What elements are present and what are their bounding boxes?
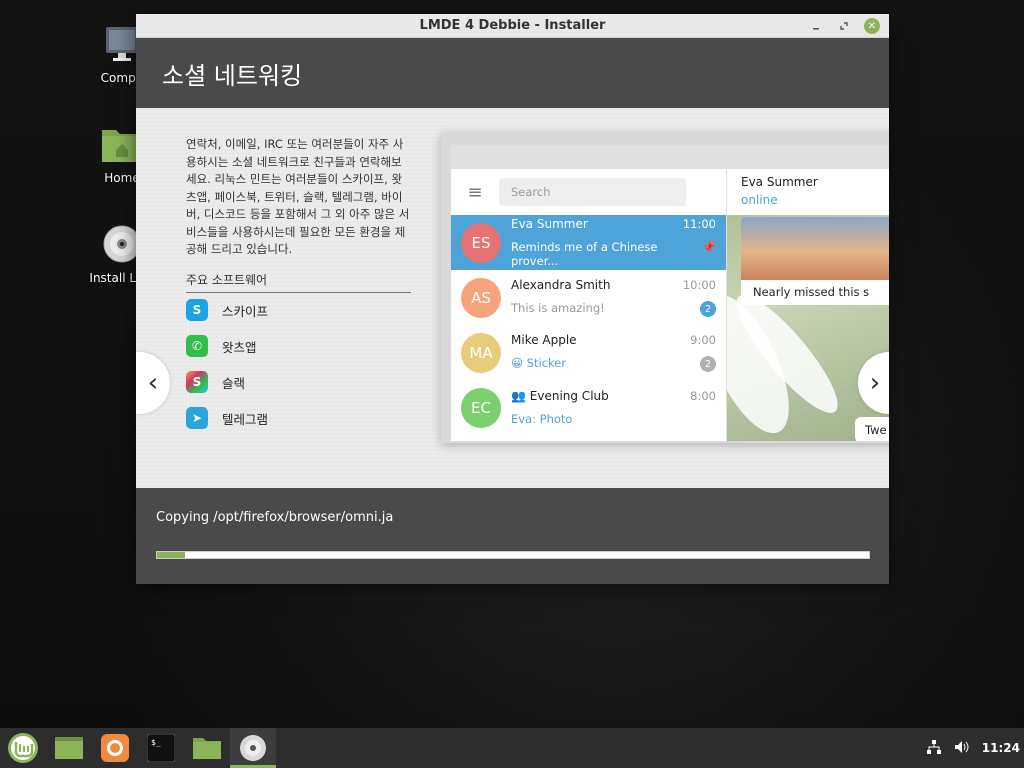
software-item-whatsapp: ✆ 왓츠앱 xyxy=(186,328,411,364)
chat-name: Evening Club xyxy=(529,389,609,403)
software-item-telegram: ➤ 텔레그램 xyxy=(186,400,411,436)
page-title: 소셜 네트워킹 xyxy=(162,61,303,90)
clock[interactable]: 11:24 xyxy=(982,741,1020,755)
chat-time: 9:00 xyxy=(690,333,716,347)
maximize-icon xyxy=(840,22,848,30)
window-title: LMDE 4 Debbie - Installer xyxy=(419,18,606,33)
chat-header: Eva Summer online xyxy=(727,169,889,215)
chat-preview: Reminds me of a Chinese prover... xyxy=(511,240,658,268)
software-heading: 주요 소프트웨어 xyxy=(186,271,411,293)
avatar: ES xyxy=(461,222,501,263)
chat-preview: Eva: Photo xyxy=(511,412,573,426)
telegram-icon: ➤ xyxy=(186,407,208,429)
list-item: AS Alexandra Smith 10:00 This is amazing!… xyxy=(451,270,726,325)
software-name: 스카이프 xyxy=(222,303,269,319)
desktop-icon xyxy=(55,737,83,759)
list-item: EC 👥 Evening Club 8:00 Eva: Photo xyxy=(451,380,726,435)
disc-icon xyxy=(240,735,266,761)
taskbar-terminal[interactable]: $_ xyxy=(138,728,184,768)
progress-bar xyxy=(156,551,870,559)
taskbar-installer[interactable] xyxy=(230,728,276,768)
folder-icon xyxy=(193,738,221,759)
close-button[interactable]: ✕ xyxy=(864,18,880,34)
photo-message: Nearly missed this s xyxy=(741,217,889,305)
photo-caption: Nearly missed this s xyxy=(753,285,870,299)
skype-icon: S xyxy=(186,299,208,321)
software-item-skype: S 스카이프 xyxy=(186,292,411,328)
software-name: 왓츠앱 xyxy=(222,339,257,355)
taskbar: $_ 11:24 xyxy=(0,728,1024,768)
software-name: 텔레그램 xyxy=(222,411,269,427)
unread-badge: 2 xyxy=(700,356,716,372)
chat-name: Eva Summer xyxy=(511,217,588,231)
chat-header-status: online xyxy=(741,193,778,207)
svg-text:$_: $_ xyxy=(151,738,161,747)
unread-badge: 2 xyxy=(700,301,716,317)
slide-description: 연락처, 이메일, IRC 또는 여러분들이 자주 사용하시는 소셜 네트워크로… xyxy=(186,137,410,256)
taskbar-show-desktop[interactable] xyxy=(46,728,92,768)
close-icon: ✕ xyxy=(867,20,877,32)
taskbar-firefox[interactable] xyxy=(92,728,138,768)
telegram-search: Search xyxy=(499,178,686,206)
taskbar-files[interactable] xyxy=(184,728,230,768)
telegram-window: ≡ Search ES Eva Summer 11:00 Reminds me o… xyxy=(451,145,889,441)
system-tray: 11:24 xyxy=(926,728,1020,768)
network-icon[interactable] xyxy=(926,739,942,758)
telegram-titlebar xyxy=(451,145,889,169)
firefox-icon xyxy=(101,734,129,762)
telegram-screenshot: ≡ Search ES Eva Summer 11:00 Reminds me o… xyxy=(441,133,889,443)
chevron-right-icon: › xyxy=(869,368,881,398)
avatar: AS xyxy=(461,277,501,318)
minimize-button[interactable] xyxy=(808,18,824,34)
software-item-slack: S 슬랙 xyxy=(186,364,411,400)
volume-icon[interactable] xyxy=(954,739,970,758)
chat-time: 10:00 xyxy=(682,278,716,292)
progress-fill xyxy=(157,552,186,558)
menu-button[interactable] xyxy=(0,728,46,768)
pin-icon: 📌 xyxy=(701,240,716,254)
linux-mint-logo-icon xyxy=(8,733,38,763)
software-name: 슬랙 xyxy=(222,375,246,391)
progress-status: Copying /opt/firefox/browser/omni.ja xyxy=(156,510,394,525)
window-titlebar[interactable]: LMDE 4 Debbie - Installer ✕ xyxy=(136,14,889,38)
chat-name: Alexandra Smith xyxy=(511,278,611,292)
progress-area: Copying /opt/firefox/browser/omni.ja xyxy=(136,488,889,584)
slack-icon: S xyxy=(186,371,208,393)
telegram-search-row: ≡ Search xyxy=(451,169,726,215)
list-item: ES Eva Summer 11:00 Reminds me of a Chine… xyxy=(451,215,726,270)
maximize-button[interactable] xyxy=(836,18,852,34)
installer-window: LMDE 4 Debbie - Installer ✕ 소셜 네트워킹 연락처,… xyxy=(136,14,889,584)
whatsapp-icon: ✆ xyxy=(186,335,208,357)
chat-preview: 😀 Sticker xyxy=(511,356,567,370)
previous-slide-button[interactable]: ‹ xyxy=(136,352,170,414)
minimize-icon xyxy=(813,28,819,30)
avatar: EC xyxy=(461,387,501,428)
slide-header: 소셜 네트워킹 xyxy=(136,38,889,108)
slideshow-panel: 연락처, 이메일, IRC 또는 여러분들이 자주 사용하시는 소셜 네트워크로… xyxy=(136,108,889,488)
terminal-icon: $_ xyxy=(147,734,175,762)
chat-header-name: Eva Summer xyxy=(741,175,818,189)
group-icon: 👥 xyxy=(511,389,530,403)
software-list: S 스카이프 ✆ 왓츠앱 S 슬랙 ➤ 텔레그램 xyxy=(186,292,411,436)
photo-image xyxy=(741,217,889,280)
menu-icon: ≡ xyxy=(467,181,483,203)
message-bubble: Twe xyxy=(855,417,889,441)
chat-preview: This is amazing! xyxy=(511,301,605,315)
chat-time: 8:00 xyxy=(690,389,716,403)
telegram-chat-list: ≡ Search ES Eva Summer 11:00 Reminds me o… xyxy=(451,169,727,441)
chat-name: Mike Apple xyxy=(511,333,577,347)
avatar: MA xyxy=(461,332,501,373)
list-item: MA Mike Apple 9:00 😀 Sticker 2 xyxy=(451,325,726,380)
chat-time: 11:00 xyxy=(682,217,716,231)
chevron-left-icon: ‹ xyxy=(147,368,159,398)
